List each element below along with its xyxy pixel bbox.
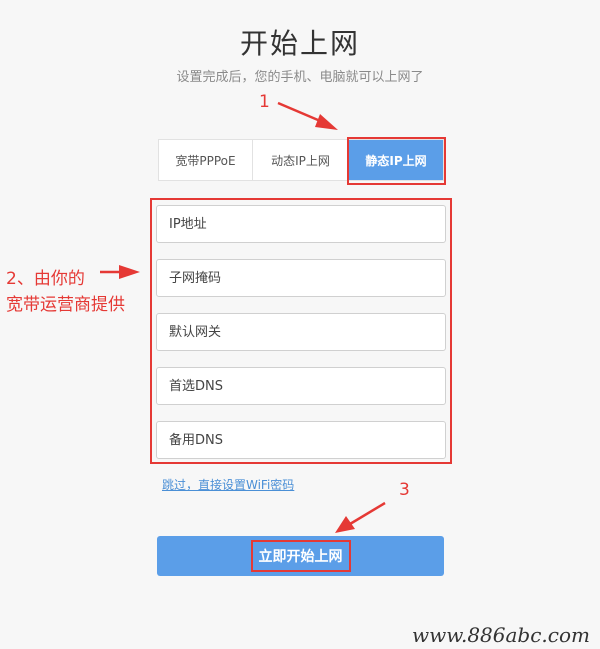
arrow-1-head	[315, 114, 338, 130]
skip-to-wifi-link[interactable]: 跳过，直接设置WiFi密码	[162, 476, 294, 493]
arrow-3-head	[335, 516, 355, 533]
tab-dynamic-ip[interactable]: 动态IP上网	[253, 140, 349, 180]
tab-pppoe[interactable]: 宽带PPPoE	[159, 140, 253, 180]
page-title: 开始上网	[239, 27, 360, 60]
annotation-2-line2: 宽带运营商提供	[6, 295, 125, 315]
ip-address-field[interactable]	[156, 205, 446, 243]
connection-type-tabs: 宽带PPPoE 动态IP上网 静态IP上网	[158, 139, 444, 181]
primary-dns-field[interactable]	[156, 367, 446, 405]
annotation-2-line1: 2、由你的	[6, 269, 85, 289]
subnet-mask-field[interactable]	[156, 259, 446, 297]
watermark: www.886abc.com	[411, 623, 590, 647]
annotation-3: 3	[399, 480, 410, 500]
annotation-1: 1	[259, 92, 270, 112]
arrow-3-shaft	[349, 501, 386, 526]
page-subtitle: 设置完成后，您的手机、电脑就可以上网了	[176, 70, 424, 85]
default-gateway-field[interactable]	[156, 313, 446, 351]
start-button-label: 立即开始上网	[250, 540, 351, 572]
arrow-1-shaft	[277, 101, 326, 125]
start-internet-button[interactable]: 立即开始上网	[157, 536, 444, 576]
tab-static-ip[interactable]: 静态IP上网	[349, 140, 443, 180]
secondary-dns-field[interactable]	[156, 421, 446, 459]
annotation-2: 2、由你的 宽带运营商提供	[6, 266, 125, 318]
